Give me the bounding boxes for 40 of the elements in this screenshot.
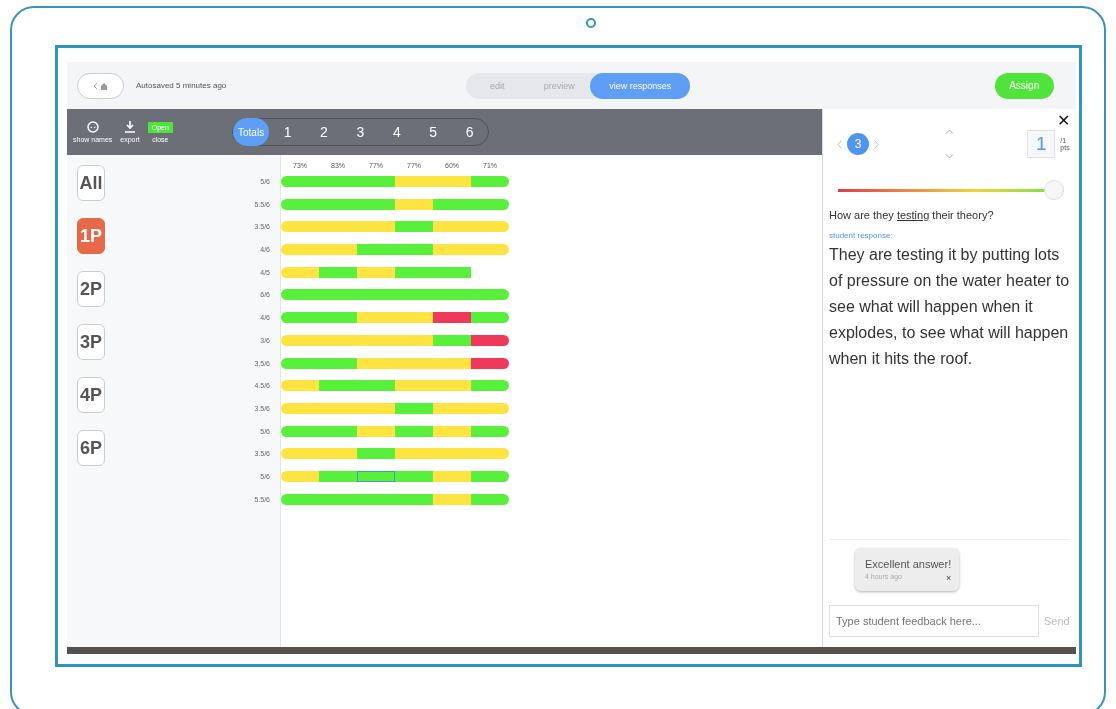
- question-number: 3: [847, 133, 869, 155]
- remove-button[interactable]: ×: [945, 573, 952, 583]
- close-button[interactable]: ✕: [1056, 111, 1070, 130]
- answer-segment[interactable]: [357, 470, 395, 482]
- answer-segment[interactable]: [471, 334, 509, 346]
- question-tab[interactable]: 5: [415, 118, 452, 146]
- period-button[interactable]: 2P: [77, 271, 105, 307]
- score-slider[interactable]: [838, 179, 1064, 201]
- points-field[interactable]: 1: [1027, 130, 1056, 158]
- question-tab[interactable]: 3: [342, 118, 379, 146]
- period-button[interactable]: All: [77, 165, 105, 201]
- home-button[interactable]: [77, 72, 124, 99]
- period-button[interactable]: 1P: [77, 218, 105, 254]
- question-tab[interactable]: 1: [269, 118, 306, 146]
- response-label: student response:: [829, 231, 894, 240]
- period-button[interactable]: 3P: [77, 324, 105, 360]
- down-chevron-icon[interactable]: [945, 154, 954, 159]
- mode-tab[interactable]: view responses: [590, 72, 691, 99]
- student-response: They are testing it by putting lots of pressure on the water heater to see what will happen when it explodes, to see what will happen when it hits the roof.: [829, 245, 1070, 369]
- camera-dot: [586, 18, 596, 28]
- face-icon: [86, 121, 99, 133]
- question-tab[interactable]: 6: [451, 118, 488, 146]
- previous-icon[interactable]: [837, 139, 842, 149]
- up-chevron-icon[interactable]: [945, 129, 954, 134]
- question-tab[interactable]: 2: [305, 118, 343, 146]
- period-button[interactable]: 6P: [77, 430, 105, 466]
- autosave-status: Autosaved 5 minutes ago: [136, 81, 227, 90]
- feedback-text: Excellent answer!: [865, 558, 952, 570]
- question-text: How are they testing their theory?: [829, 209, 995, 221]
- question-tab[interactable]: Totals: [232, 118, 270, 146]
- period-button[interactable]: 4P: [77, 377, 105, 413]
- next-icon[interactable]: [874, 139, 879, 149]
- question-tab[interactable]: 4: [378, 118, 415, 146]
- back-home-icon: [92, 80, 109, 91]
- answer-segment[interactable]: [433, 312, 471, 324]
- slider-thumb[interactable]: [1043, 180, 1064, 200]
- download-icon: [125, 121, 136, 133]
- question-link[interactable]: testing: [896, 209, 930, 221]
- feedback-field[interactable]: Type student feedback here...: [829, 605, 1039, 637]
- answer-segment[interactable]: [471, 357, 509, 369]
